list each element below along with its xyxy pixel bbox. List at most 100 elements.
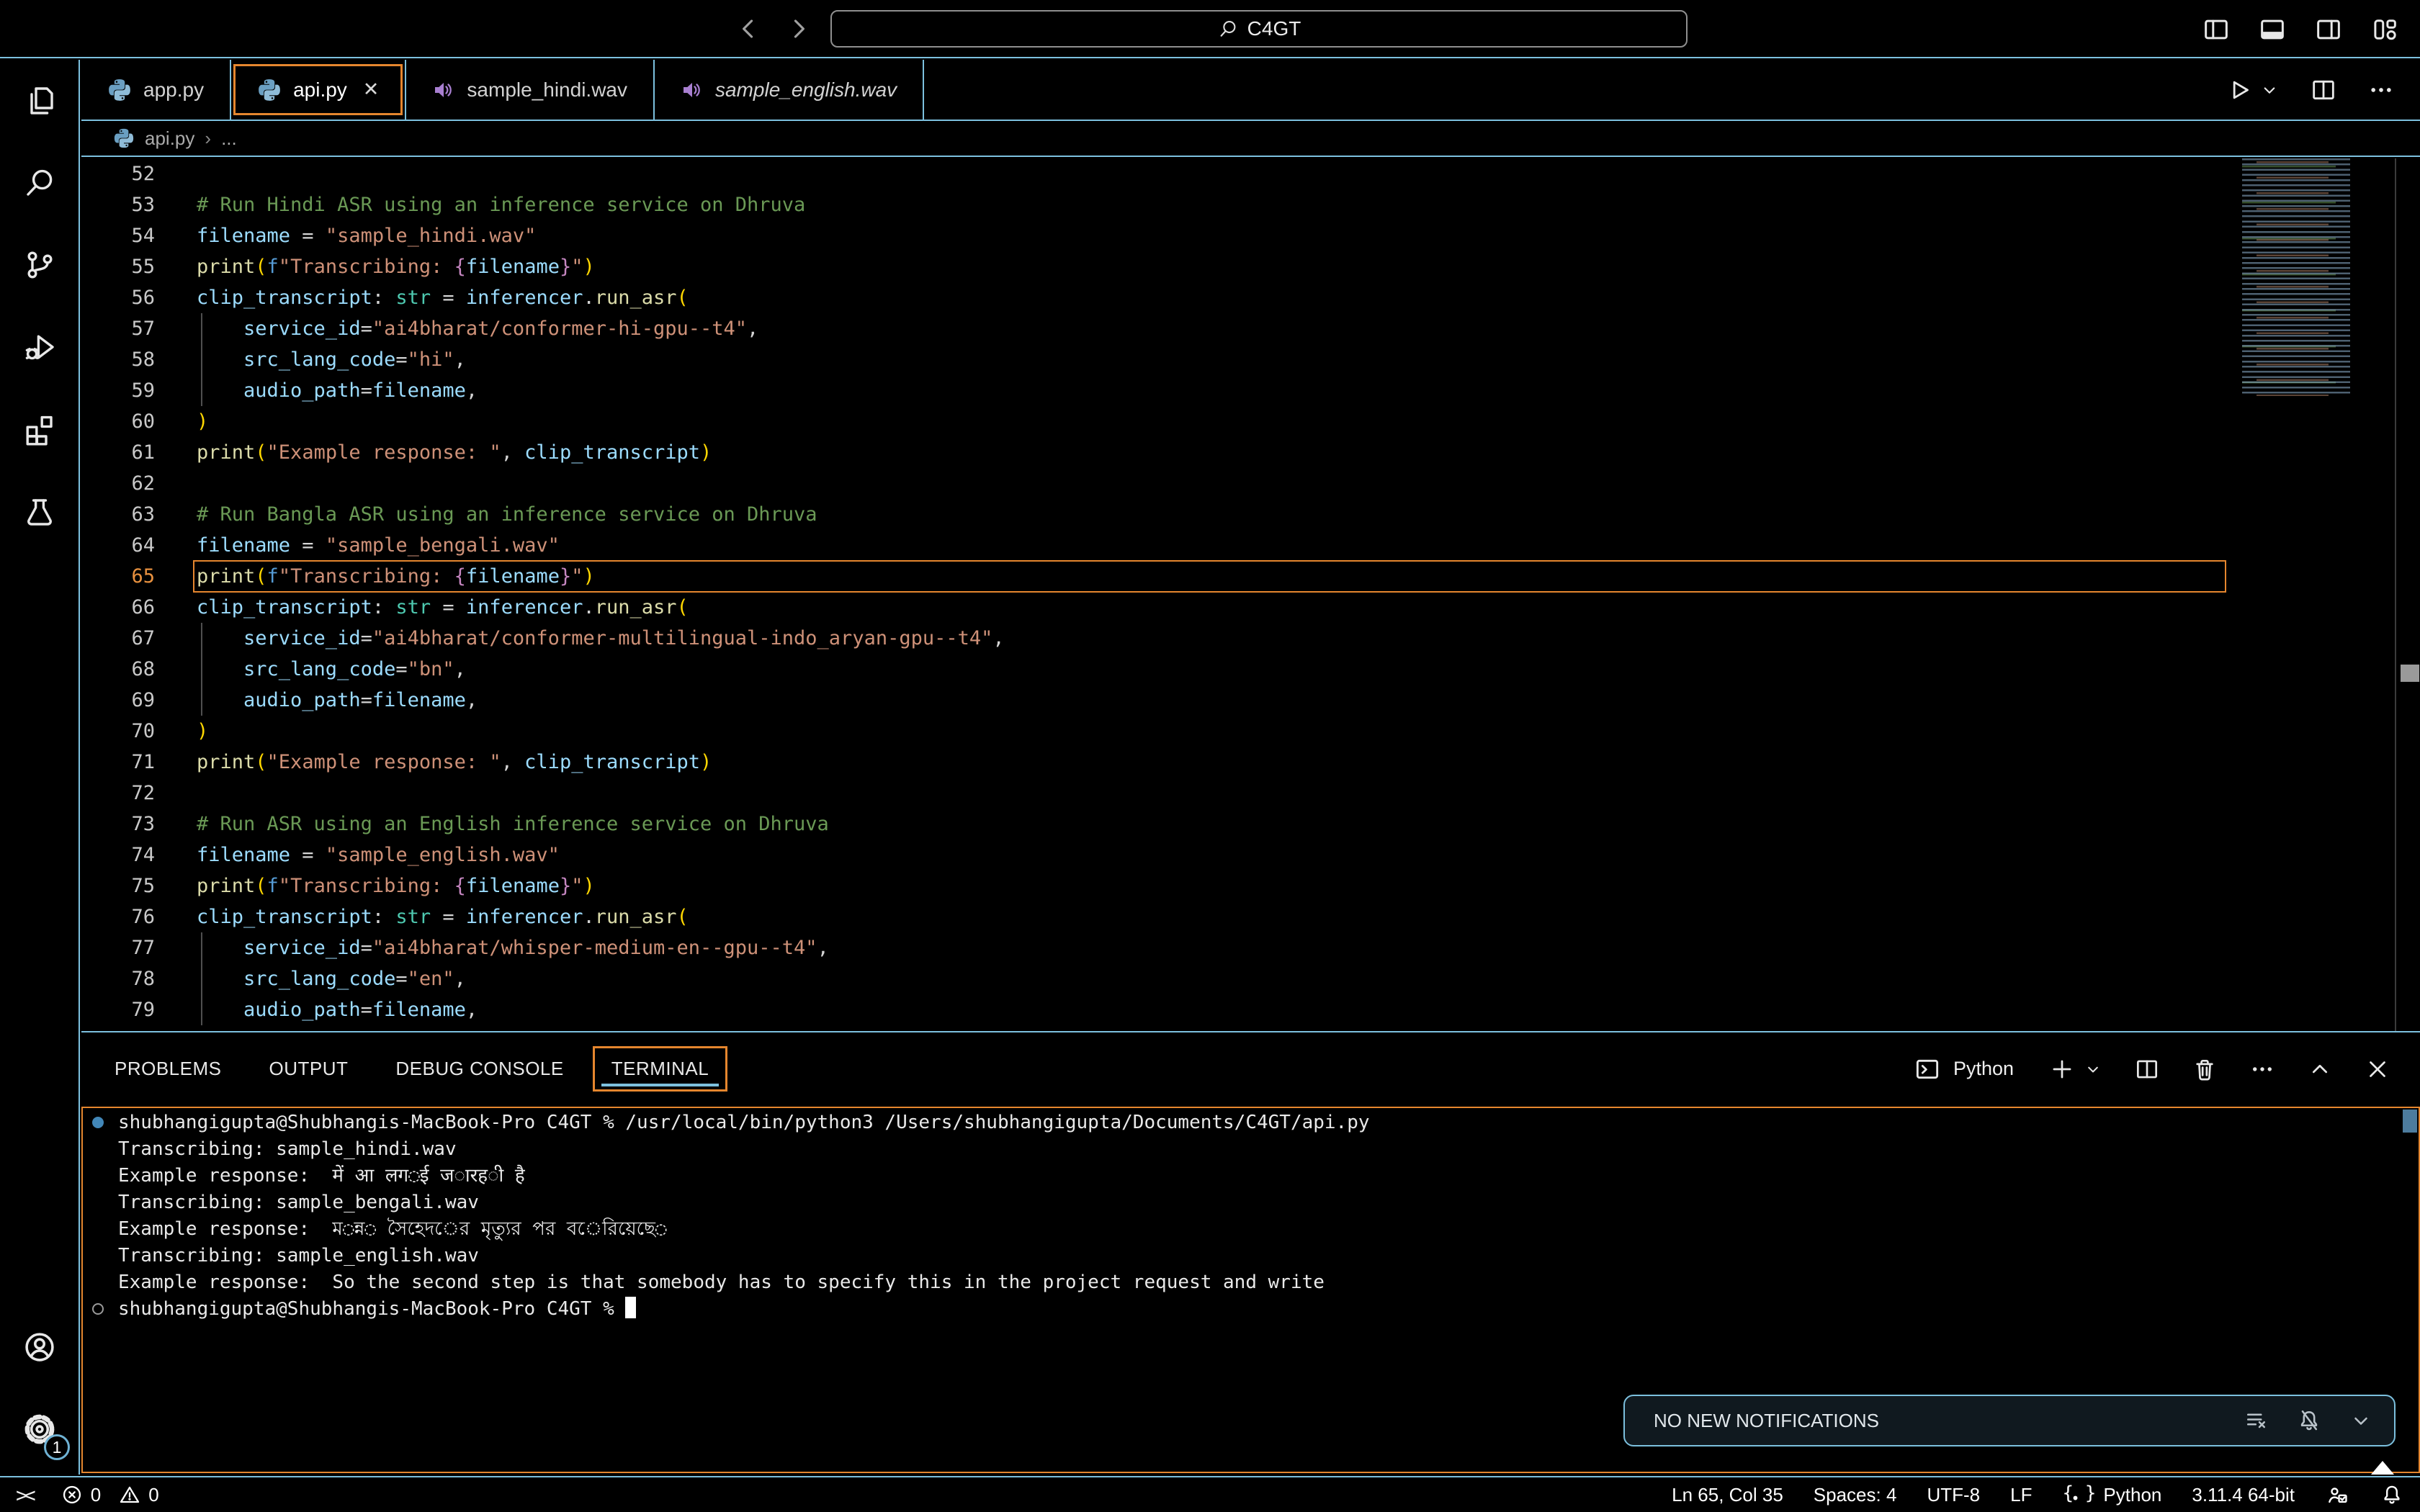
code-line-57[interactable]: 57 service_id="ai4bharat/conformer-hi-gp… [81,313,2229,344]
code-line-75[interactable]: 75print(f"Transcribing: {filename}") [81,870,2229,901]
explorer-icon[interactable] [0,60,79,142]
code-line-65[interactable]: 65print(f"Transcribing: {filename}") [81,561,2229,592]
kill-terminal-icon[interactable] [2191,1056,2218,1083]
remote-indicator[interactable]: >< [16,1483,32,1507]
code-line-69[interactable]: 69 audio_path=filename, [81,685,2229,716]
panel-more-actions-icon[interactable] [2249,1056,2276,1083]
code-line-53[interactable]: 53# Run Hindi ASR using an inference ser… [81,189,2229,220]
accounts-icon[interactable] [0,1306,79,1388]
code-line-59[interactable]: 59 audio_path=filename, [81,375,2229,406]
extensions-icon[interactable] [0,388,79,470]
code-line-70[interactable]: 70) [81,716,2229,747]
code-line-72[interactable]: 72 [81,778,2229,809]
python-file-icon [107,78,132,102]
toggle-secondary-sidebar-icon[interactable] [2313,14,2344,45]
history-back-button[interactable] [732,13,764,45]
error-count: 0 [91,1484,101,1506]
editor-more-actions-icon[interactable] [2367,76,2396,104]
line-number: 69 [81,685,155,716]
code-line-66[interactable]: 66clip_transcript: str = inferencer.run_… [81,592,2229,623]
code-line-60[interactable]: 60) [81,406,2229,437]
line-number: 70 [81,716,155,747]
breadcrumb-file[interactable]: api.py [145,127,194,150]
breadcrumb[interactable]: api.py › ... [81,121,2420,157]
code-line-79[interactable]: 79 audio_path=filename, [81,994,2229,1025]
tab-app.py[interactable]: app.py [81,60,231,120]
encoding[interactable]: UTF-8 [1927,1484,1980,1506]
split-editor-icon[interactable] [2309,76,2338,104]
line-number: 78 [81,963,155,994]
code-lines[interactable]: 5253# Run Hindi ASR using an inference s… [81,158,2229,1031]
minimap[interactable] [2229,158,2395,1031]
settings-gear-icon[interactable]: 1 [0,1388,79,1470]
language-mode[interactable]: { } Python [2062,1484,2161,1506]
run-debug-icon[interactable] [0,306,79,388]
clear-all-notifications-icon[interactable] [2244,1408,2270,1434]
tab-sample_english.wav[interactable]: sample_english.wav [655,60,924,120]
history-forward-button[interactable] [783,13,815,45]
code-line-78[interactable]: 78 src_lang_code="en", [81,963,2229,994]
python-file-icon [257,78,282,102]
panel-tab-terminal[interactable]: TERMINAL [593,1046,727,1092]
editor-scrollbar-thumb[interactable] [2401,665,2419,682]
code-line-73[interactable]: 73# Run ASR using an English inference s… [81,809,2229,840]
bell-icon[interactable] [2380,1482,2404,1507]
search-view-icon[interactable] [0,142,79,224]
toggle-primary-sidebar-icon[interactable] [2201,14,2231,45]
line-number: 53 [81,189,155,220]
split-terminal-icon[interactable] [2133,1056,2161,1083]
code-line-54[interactable]: 54filename = "sample_hindi.wav" [81,220,2229,251]
indentation[interactable]: Spaces: 4 [1814,1484,1897,1506]
tab-api.py[interactable]: api.py✕ [231,60,406,120]
code-line-58[interactable]: 58 src_lang_code="hi", [81,344,2229,375]
maximize-panel-icon[interactable] [2306,1056,2334,1083]
testing-icon[interactable] [0,470,79,552]
code-line-74[interactable]: 74filename = "sample_english.wav" [81,840,2229,870]
panel-tab-problems[interactable]: PROBLEMS [96,1046,241,1092]
python-interpreter[interactable]: 3.11.4 64-bit [2192,1484,2295,1506]
line-number: 61 [81,437,155,468]
breadcrumb-separator: › [205,127,211,150]
panel-tab-bar: PROBLEMSOUTPUTDEBUG CONSOLETERMINAL Pyth… [81,1032,2420,1105]
code-line-77[interactable]: 77 service_id="ai4bharat/whisper-medium-… [81,932,2229,963]
line-number: 79 [81,994,155,1025]
breadcrumb-more[interactable]: ... [221,127,237,150]
source-control-icon[interactable] [0,224,79,306]
run-python-file-button[interactable] [2224,76,2280,104]
terminal-scrollbar-thumb[interactable] [2403,1110,2417,1133]
code-line-52[interactable]: 52 [81,158,2229,189]
terminal-launch-icon[interactable]: Python [1913,1055,2018,1084]
terminal-shell-label: Python [1953,1058,2014,1080]
code-line-63[interactable]: 63# Run Bangla ASR using an inference se… [81,499,2229,530]
tab-sample_hindi.wav[interactable]: sample_hindi.wav [406,60,655,120]
panel-tab-output[interactable]: OUTPUT [251,1046,367,1092]
eol-sequence[interactable]: LF [2010,1484,2032,1506]
tab-label: sample_hindi.wav [467,78,627,102]
code-line-62[interactable]: 62 [81,468,2229,499]
terminal-row: shubhangigupta@Shubhangis-MacBook-Pro C4… [83,1296,2400,1323]
cursor-position[interactable]: Ln 65, Col 35 [1672,1484,1783,1506]
toggle-panel-icon[interactable] [2257,14,2287,45]
problems-status[interactable]: 0 0 [60,1483,159,1506]
close-tab-icon[interactable]: ✕ [363,78,380,101]
code-line-55[interactable]: 55print(f"Transcribing: {filename}") [81,251,2229,282]
customize-layout-icon[interactable] [2370,14,2400,45]
code-line-64[interactable]: 64filename = "sample_bengali.wav" [81,530,2229,561]
hide-notifications-chevron-icon[interactable] [2348,1408,2374,1434]
code-editor[interactable]: 5253# Run Hindi ASR using an inference s… [81,158,2420,1031]
code-line-76[interactable]: 76clip_transcript: str = inferencer.run_… [81,901,2229,932]
terminal-row: Transcribing: sample_english.wav [83,1243,2400,1269]
code-line-61[interactable]: 61print("Example response: ", clip_trans… [81,437,2229,468]
new-terminal-icon[interactable] [2048,1056,2103,1083]
editor-group: app.pyapi.py✕sample_hindi.wavsample_engl… [81,60,2420,1475]
code-line-68[interactable]: 68 src_lang_code="bn", [81,654,2229,685]
accounts-status-icon[interactable] [2325,1482,2349,1507]
command-center-search[interactable]: C4GT [830,10,1688,48]
panel-tab-debug-console[interactable]: DEBUG CONSOLE [377,1046,582,1092]
code-line-56[interactable]: 56clip_transcript: str = inferencer.run_… [81,282,2229,313]
code-line-67[interactable]: 67 service_id="ai4bharat/conformer-multi… [81,623,2229,654]
code-line-71[interactable]: 71print("Example response: ", clip_trans… [81,747,2229,778]
do-not-disturb-bell-slash-icon[interactable] [2296,1408,2322,1434]
line-number: 68 [81,654,155,685]
close-panel-icon[interactable] [2364,1056,2391,1083]
